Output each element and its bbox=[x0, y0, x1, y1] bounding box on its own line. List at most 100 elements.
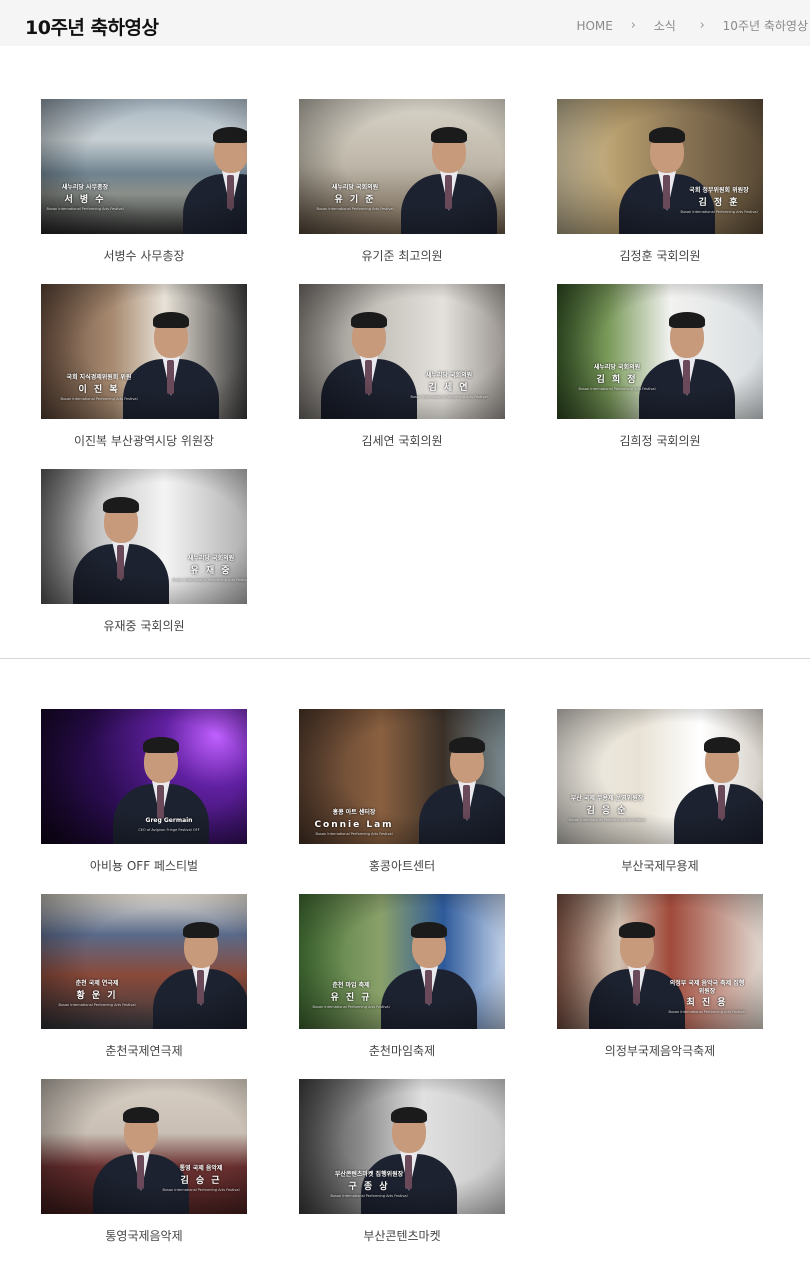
caption-role: 새누리당 국회의원 bbox=[425, 372, 473, 379]
caption-name: 구 종 상 bbox=[348, 1181, 390, 1192]
video-card[interactable]: 새누리당 국회의원김 희 정 Busan International Perfor… bbox=[557, 284, 763, 454]
video-caption-overlay: 새누리당 국회의원 김 세 연 Busan International Perfor… bbox=[409, 372, 489, 399]
caption-role: Greg Germain bbox=[145, 817, 193, 824]
caption-festival: Busan International Performing Arts Fest… bbox=[578, 386, 656, 391]
caption-role: 국회 지식경제위원회 위원 bbox=[66, 374, 132, 381]
video-title[interactable]: 홍콩아트센터 bbox=[299, 857, 505, 874]
thumbnail-vignette bbox=[41, 99, 247, 234]
video-title[interactable]: 통영국제음악제 bbox=[41, 1227, 247, 1244]
breadcrumb-home[interactable]: HOME bbox=[576, 19, 612, 33]
video-thumbnail[interactable]: Greg Germain CEO of Avignon Fringe Festiv… bbox=[41, 709, 247, 844]
video-card[interactable]: 국회 정무위원회 위원장 김 정 훈 Busan International Per… bbox=[557, 99, 763, 269]
video-title[interactable]: 아비뇽 OFF 페스티벌 bbox=[41, 857, 247, 874]
video-card[interactable]: 통영 국제 음악제 김 승 근 Busan International Perfor… bbox=[41, 1079, 247, 1249]
video-title[interactable]: 춘천국제연극제 bbox=[41, 1042, 247, 1059]
video-card[interactable]: 홍콩 아트 센터장 Connie Lam Busan International P… bbox=[299, 709, 505, 879]
caption-festival: Busan International Performing Arts Fest… bbox=[316, 206, 394, 211]
caption-festival: Busan International Performing Arts Fest… bbox=[46, 206, 124, 211]
thumbnail-vignette bbox=[41, 469, 247, 604]
video-thumbnail[interactable]: 부산 국제 무용제 운영위원장 김 응 순 Busan International … bbox=[557, 709, 763, 844]
video-card[interactable]: 새누리당 국회의원 유 재 중 Busan International Perfor… bbox=[41, 469, 247, 639]
thumbnail-vignette bbox=[41, 894, 247, 1029]
video-thumbnail[interactable]: 국회 정무위원회 위원장 김 정 훈 Busan International Per… bbox=[557, 99, 763, 234]
video-thumbnail[interactable]: 새누리당 국회의원김 희 정 Busan International Perfor… bbox=[557, 284, 763, 419]
caption-role: 부산콘텐츠마켓 집행위원장 bbox=[334, 1171, 404, 1178]
caption-name: 서 병 수 bbox=[64, 194, 106, 205]
video-card[interactable]: 새누리당 사무총장서 병 수 Busan International Perfor… bbox=[41, 99, 247, 269]
video-caption-overlay: 새누리당 국회의원유 기 준 Busan International Perfor… bbox=[315, 184, 395, 211]
breadcrumb: HOME › 소식 › 10주년 축하영상 bbox=[576, 17, 808, 34]
video-card[interactable]: 부산 국제 무용제 운영위원장 김 응 순 Busan International … bbox=[557, 709, 763, 879]
caption-role: 새누리당 국회의원 bbox=[187, 555, 235, 562]
caption-role: 새누리당 국회의원 bbox=[593, 364, 641, 371]
video-card[interactable]: 새누리당 국회의원유 기 준 Busan International Perfor… bbox=[299, 99, 505, 269]
video-thumbnail[interactable]: 통영 국제 음악제 김 승 근 Busan International Perfor… bbox=[41, 1079, 247, 1214]
caption-festival: Busan International Performing Arts Fest… bbox=[312, 1004, 390, 1009]
caption-festival: Busan International Performing Arts Fest… bbox=[172, 577, 247, 582]
caption-role: 춘천 마임 축제 bbox=[332, 982, 370, 989]
video-caption-overlay: 통영 국제 음악제 김 승 근 Busan International Perfor… bbox=[161, 1165, 241, 1192]
breadcrumb-current[interactable]: 10주년 축하영상 bbox=[723, 17, 808, 34]
video-thumbnail[interactable]: 새누리당 국회의원유 기 준 Busan International Perfor… bbox=[299, 99, 505, 234]
video-title[interactable]: 김세연 국회의원 bbox=[299, 432, 505, 449]
caption-name: 유 진 규 bbox=[330, 992, 372, 1003]
video-thumbnail[interactable]: 춘천 국제 연극제 황 운 기 Busan International Perfor… bbox=[41, 894, 247, 1029]
video-caption-overlay: 춘천 국제 연극제 황 운 기 Busan International Perfor… bbox=[57, 980, 137, 1007]
video-card[interactable]: 춘천 마임 축제유 진 규 Busan International Perform… bbox=[299, 894, 505, 1064]
video-card[interactable]: Greg Germain CEO of Avignon Fringe Festiv… bbox=[41, 709, 247, 879]
caption-role: 춘천 국제 연극제 bbox=[75, 980, 119, 987]
video-thumbnail[interactable]: 부산콘텐츠마켓 집행위원장 구 종 상 Busan International Pe… bbox=[299, 1079, 505, 1214]
caption-name: 김 승 근 bbox=[180, 1175, 222, 1186]
caption-festival: Busan International Performing Arts Fest… bbox=[568, 817, 646, 822]
caption-role: 의정부 국제 음악극 축제 집행위원장 bbox=[669, 980, 745, 995]
thumbnail-vignette bbox=[41, 1079, 247, 1214]
video-card[interactable]: 부산콘텐츠마켓 집행위원장 구 종 상 Busan International Pe… bbox=[299, 1079, 505, 1249]
video-caption-overlay: 의정부 국제 음악극 축제 집행위원장최 진 용 Busan Internatio… bbox=[667, 980, 747, 1015]
video-caption-overlay: 부산 국제 무용제 운영위원장 김 응 순 Busan International … bbox=[567, 795, 647, 822]
page-header: 10주년 축하영상 HOME › 소식 › 10주년 축하영상 bbox=[0, 0, 810, 46]
caption-festival: Busan International Performing Arts Fest… bbox=[668, 1010, 746, 1015]
video-card[interactable]: 국회 지식경제위원회 위원 이 진 복 Busan International Pe… bbox=[41, 284, 247, 454]
video-title[interactable]: 부산콘텐츠마켓 bbox=[299, 1227, 505, 1244]
video-thumbnail[interactable]: 의정부 국제 음악극 축제 집행위원장최 진 용 Busan Internatio… bbox=[557, 894, 763, 1029]
caption-role: 새누리당 국회의원 bbox=[331, 184, 379, 191]
video-thumbnail[interactable]: 홍콩 아트 센터장 Connie Lam Busan International P… bbox=[299, 709, 505, 844]
caption-name: 김 세 연 bbox=[428, 382, 470, 393]
video-title[interactable]: 유재중 국회의원 bbox=[41, 617, 247, 634]
video-caption-overlay: 홍콩 아트 센터장 Connie Lam Busan International P… bbox=[314, 809, 394, 836]
caption-name: 최 진 용 bbox=[686, 998, 728, 1008]
caption-name: 유 기 준 bbox=[334, 194, 376, 205]
video-thumbnail[interactable]: 새누리당 국회의원 김 세 연 Busan International Perfor… bbox=[299, 284, 505, 419]
video-caption-overlay: 새누리당 국회의원김 희 정 Busan International Perfor… bbox=[577, 364, 657, 391]
video-title[interactable]: 서병수 사무총장 bbox=[41, 247, 247, 264]
caption-name: 이 진 복 bbox=[78, 384, 120, 395]
video-title[interactable]: 김희정 국회의원 bbox=[557, 432, 763, 449]
caption-name: 김 희 정 bbox=[596, 374, 638, 385]
chevron-right-icon: › bbox=[630, 18, 636, 33]
video-title[interactable]: 의정부국제음악극축제 bbox=[557, 1042, 763, 1059]
video-title[interactable]: 부산국제무용제 bbox=[557, 857, 763, 874]
video-thumbnail[interactable]: 새누리당 국회의원 유 재 중 Busan International Perfor… bbox=[41, 469, 247, 604]
caption-role: 홍콩 아트 센터장 bbox=[332, 809, 376, 816]
video-thumbnail[interactable]: 국회 지식경제위원회 위원 이 진 복 Busan International Pe… bbox=[41, 284, 247, 419]
caption-role: 통영 국제 음악제 bbox=[179, 1165, 223, 1172]
video-thumbnail[interactable]: 춘천 마임 축제유 진 규 Busan International Perform… bbox=[299, 894, 505, 1029]
caption-role: 새누리당 사무총장 bbox=[61, 184, 109, 191]
video-caption-overlay: 국회 정무위원회 위원장 김 정 훈 Busan International Per… bbox=[679, 187, 759, 214]
video-title[interactable]: 유기준 최고의원 bbox=[299, 247, 505, 264]
video-title[interactable]: 춘천마임축제 bbox=[299, 1042, 505, 1059]
video-title[interactable]: 김정훈 국회의원 bbox=[557, 247, 763, 264]
caption-role: 국회 정무위원회 위원장 bbox=[689, 187, 749, 194]
video-card[interactable]: 의정부 국제 음악극 축제 집행위원장최 진 용 Busan Internatio… bbox=[557, 894, 763, 1064]
caption-name: 김 정 훈 bbox=[698, 197, 740, 208]
video-card[interactable]: 새누리당 국회의원 김 세 연 Busan International Perfor… bbox=[299, 284, 505, 454]
video-caption-overlay: Greg Germain CEO of Avignon Fringe Festiv… bbox=[129, 817, 209, 832]
caption-name: Connie Lam bbox=[314, 819, 394, 830]
breadcrumb-news[interactable]: 소식 bbox=[654, 17, 676, 34]
video-thumbnail[interactable]: 새누리당 사무총장서 병 수 Busan International Perfor… bbox=[41, 99, 247, 234]
caption-name: 김 응 순 bbox=[586, 805, 628, 816]
video-title[interactable]: 이진복 부산광역시당 위원장 bbox=[41, 432, 247, 449]
video-card[interactable]: 춘천 국제 연극제 황 운 기 Busan International Perfor… bbox=[41, 894, 247, 1064]
video-caption-overlay: 춘천 마임 축제유 진 규 Busan International Perform… bbox=[311, 982, 391, 1009]
thumbnail-vignette bbox=[299, 99, 505, 234]
